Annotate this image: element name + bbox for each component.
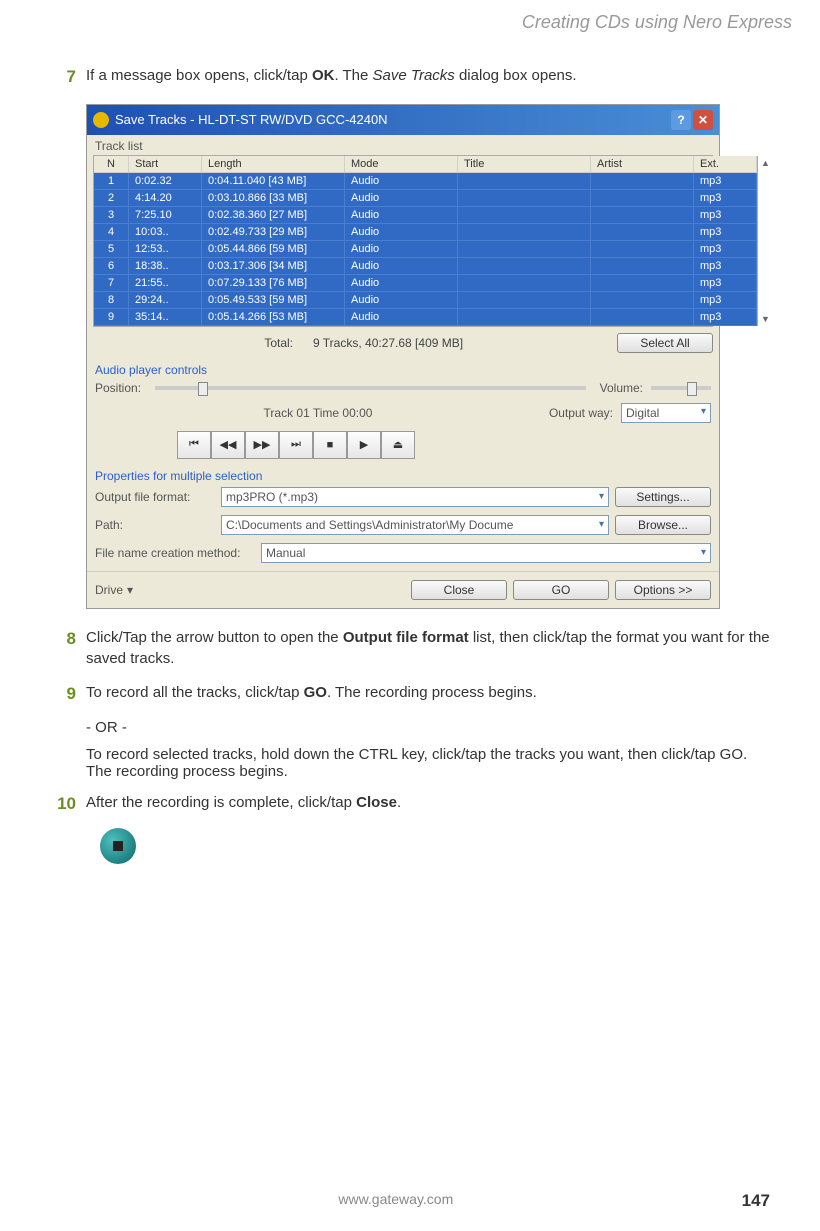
audio-controls-label: Audio player controls bbox=[87, 359, 719, 377]
page-number: 147 bbox=[742, 1191, 770, 1211]
track-row[interactable]: 935:14..0:05.14.266 [53 MB]Audiomp3 bbox=[94, 309, 757, 326]
tracklist: N Start Length Mode Title Artist Ext. 10… bbox=[93, 155, 713, 327]
media-buttons: ⏮ ◀◀ ▶▶ ⏭ ■ ▶ ⏏ bbox=[177, 431, 719, 459]
select-all-button[interactable]: Select All bbox=[617, 333, 713, 353]
rewind-button[interactable]: ◀◀ bbox=[211, 431, 245, 459]
track-row[interactable]: 829:24..0:05.49.533 [59 MB]Audiomp3 bbox=[94, 292, 757, 309]
step-7: 7 If a message box opens, click/tap OK. … bbox=[50, 65, 770, 90]
step-num: 8 bbox=[50, 627, 86, 671]
step-text: If a message box opens, click/tap OK. Th… bbox=[86, 65, 770, 90]
track-row[interactable]: 410:03..0:02.49.733 [29 MB]Audiomp3 bbox=[94, 224, 757, 241]
track-row[interactable]: 10:02.320:04.11.040 [43 MB]Audiomp3 bbox=[94, 173, 757, 190]
track-row[interactable]: 721:55..0:07.29.133 [76 MB]Audiomp3 bbox=[94, 275, 757, 292]
track-row[interactable]: 512:53..0:05.44.866 [59 MB]Audiomp3 bbox=[94, 241, 757, 258]
step-num: 10 bbox=[50, 792, 86, 817]
close-window-button[interactable]: ✕ bbox=[693, 110, 713, 130]
page-header: Creating CDs using Nero Express bbox=[0, 0, 820, 33]
play-button[interactable]: ▶ bbox=[347, 431, 381, 459]
help-button[interactable]: ? bbox=[671, 110, 691, 130]
position-slider[interactable] bbox=[155, 386, 586, 390]
options-button[interactable]: Options >> bbox=[615, 580, 711, 600]
browse-button[interactable]: Browse... bbox=[615, 515, 711, 535]
step-9-alt: To record selected tracks, hold down the… bbox=[86, 746, 770, 780]
path-input[interactable]: C:\Documents and Settings\Administrator\… bbox=[221, 515, 609, 535]
filename-method-select[interactable]: Manual bbox=[261, 543, 711, 563]
scrollbar[interactable] bbox=[757, 156, 758, 326]
volume-label: Volume: bbox=[600, 381, 643, 395]
step-text: To record all the tracks, click/tap GO. … bbox=[86, 682, 770, 707]
position-label: Position: bbox=[95, 381, 141, 395]
header-title: Creating CDs using Nero Express bbox=[522, 12, 792, 32]
path-label: Path: bbox=[95, 518, 215, 532]
track-row[interactable]: 24:14.200:03.10.866 [33 MB]Audiomp3 bbox=[94, 190, 757, 207]
output-format-select[interactable]: mp3PRO (*.mp3) bbox=[221, 487, 609, 507]
step-9-or: - OR - bbox=[86, 719, 770, 736]
skip-back-button[interactable]: ⏮ bbox=[177, 431, 211, 459]
output-format-label: Output file format: bbox=[95, 490, 215, 504]
stop-button[interactable]: ■ bbox=[313, 431, 347, 459]
eject-button[interactable]: ⏏ bbox=[381, 431, 415, 459]
step-10: 10 After the recording is complete, clic… bbox=[50, 792, 770, 817]
step-text: Click/Tap the arrow button to open the O… bbox=[86, 627, 770, 671]
volume-slider[interactable] bbox=[651, 386, 711, 390]
page-footer: www.gateway.com 147 bbox=[0, 1191, 820, 1211]
tracklist-label: Track list bbox=[87, 135, 719, 153]
app-icon bbox=[93, 112, 109, 128]
track-row[interactable]: 37:25.100:02.38.360 [27 MB]Audiomp3 bbox=[94, 207, 757, 224]
output-way-label: Output way: bbox=[549, 406, 613, 420]
step-text: After the recording is complete, click/t… bbox=[86, 792, 770, 817]
step-num: 9 bbox=[50, 682, 86, 707]
titlebar[interactable]: Save Tracks - HL-DT-ST RW/DVD GCC-4240N … bbox=[87, 105, 719, 135]
fastfwd-button[interactable]: ▶▶ bbox=[245, 431, 279, 459]
footer-url: www.gateway.com bbox=[50, 1191, 742, 1211]
step-9: 9 To record all the tracks, click/tap GO… bbox=[50, 682, 770, 707]
properties-label: Properties for multiple selection bbox=[87, 465, 719, 483]
end-of-steps-icon bbox=[100, 828, 136, 864]
skip-fwd-button[interactable]: ⏭ bbox=[279, 431, 313, 459]
go-button[interactable]: GO bbox=[513, 580, 609, 600]
window-title: Save Tracks - HL-DT-ST RW/DVD GCC-4240N bbox=[115, 112, 671, 127]
save-tracks-dialog: Save Tracks - HL-DT-ST RW/DVD GCC-4240N … bbox=[86, 104, 720, 609]
step-num: 7 bbox=[50, 65, 86, 90]
total-row: Total: 9 Tracks, 40:27.68 [409 MB] Selec… bbox=[87, 327, 719, 359]
chevron-down-icon: ▾ bbox=[127, 583, 133, 597]
close-button[interactable]: Close bbox=[411, 580, 507, 600]
track-time: Track 01 Time 00:00 bbox=[95, 406, 541, 420]
step-8: 8 Click/Tap the arrow button to open the… bbox=[50, 627, 770, 671]
filename-method-label: File name creation method: bbox=[95, 546, 255, 560]
track-row[interactable]: 618:38..0:03.17.306 [34 MB]Audiomp3 bbox=[94, 258, 757, 275]
tracklist-header: N Start Length Mode Title Artist Ext. bbox=[94, 156, 757, 173]
settings-button[interactable]: Settings... bbox=[615, 487, 711, 507]
drive-select[interactable]: Drive ▾ bbox=[95, 583, 133, 597]
output-way-select[interactable]: Digital bbox=[621, 403, 711, 423]
